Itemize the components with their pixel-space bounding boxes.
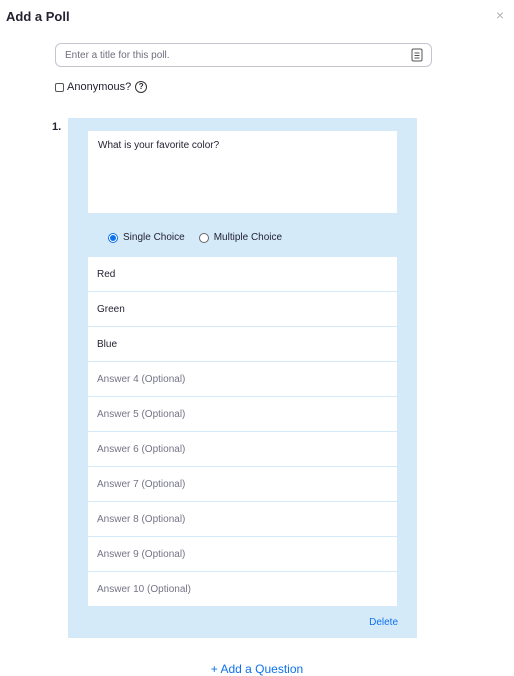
answer-field[interactable]: Answer 10 (Optional) — [88, 572, 397, 606]
multiple-choice-label: Multiple Choice — [213, 232, 283, 243]
answer-field[interactable]: Green — [88, 292, 397, 326]
answer-field[interactable]: Blue — [88, 327, 397, 361]
add-question-button[interactable]: + Add a Question — [0, 662, 514, 676]
answer-field[interactable]: Answer 6 (Optional) — [88, 432, 397, 466]
anonymous-option[interactable]: Anonymous? ? — [55, 81, 148, 93]
multiple-choice-radio[interactable] — [198, 232, 209, 243]
answer-field[interactable]: Answer 9 (Optional) — [88, 537, 397, 571]
question-panel: What is your favorite color? Single Choi… — [68, 118, 417, 638]
poll-title-input[interactable] — [65, 49, 411, 61]
answer-field[interactable]: Answer 7 (Optional) — [88, 467, 397, 501]
single-choice-option[interactable]: Single Choice — [108, 232, 185, 243]
answer-field[interactable]: Red — [88, 257, 397, 291]
answer-field[interactable]: Answer 8 (Optional) — [88, 502, 397, 536]
choice-type-group: Single Choice Multiple Choice — [108, 232, 282, 243]
single-choice-radio[interactable] — [108, 232, 118, 243]
anonymous-checkbox[interactable] — [55, 82, 64, 92]
answer-list: Red Green Blue Answer 4 (Optional) Answe… — [88, 257, 397, 607]
anonymous-label: Anonymous? — [67, 81, 132, 93]
question-text-field[interactable]: What is your favorite color? — [88, 131, 397, 213]
single-choice-label: Single Choice — [123, 232, 185, 243]
delete-question-button[interactable]: Delete — [369, 617, 398, 628]
dialog-title: Add a Poll — [6, 9, 70, 24]
help-circle-icon[interactable]: ? — [135, 81, 148, 93]
answer-field[interactable]: Answer 4 (Optional) — [88, 362, 397, 396]
answer-field[interactable]: Answer 5 (Optional) — [88, 397, 397, 431]
close-icon[interactable]: × — [496, 8, 504, 22]
document-icon[interactable] — [411, 48, 423, 62]
question-number: 1. — [52, 121, 62, 133]
poll-title-field[interactable] — [55, 43, 432, 67]
multiple-choice-option[interactable]: Multiple Choice — [198, 232, 283, 243]
